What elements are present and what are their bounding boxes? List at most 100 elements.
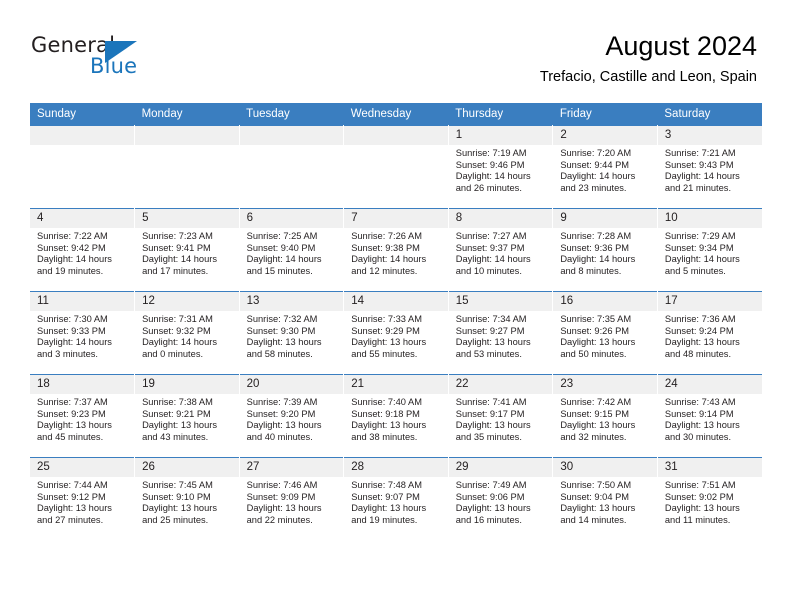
sunset-text: Sunset: 9:24 PM (664, 325, 734, 336)
daylight-text-line1: Daylight: 14 hours (664, 254, 740, 265)
sunset-text: Sunset: 9:32 PM (142, 325, 211, 336)
calendar-day-cell[interactable]: 22 Sunrise: 7:41 AM Sunset: 9:17 PM Dayligh… (447, 374, 554, 458)
daylight-text-line2: and 17 minutes. (142, 265, 209, 276)
calendar-day-cell[interactable]: 14 Sunrise: 7:33 AM Sunset: 9:29 PM Dayligh… (343, 291, 449, 375)
calendar-day-cell[interactable]: 18 Sunrise: 7:37 AM Sunset: 9:23 PM Dayligh… (30, 374, 136, 458)
sunrise-text: Sunrise: 7:40 AM (351, 397, 422, 407)
sunrise-text: Sunrise: 7:37 AM (37, 397, 108, 407)
sunrise-text: Sunrise: 7:21 AM (664, 148, 736, 158)
day-details: Sunrise: 7:23 AM Sunset: 9:41 PM Daylight:… (135, 228, 239, 277)
sunrise-text: Sunrise: 7:44 AM (37, 480, 108, 490)
calendar-body: 1 Sunrise: 7:19 AM Sunset: 9:46 PM Daylight… (30, 125, 762, 540)
day-number: 3 (657, 126, 762, 145)
calendar-day-cell[interactable]: 20 Sunrise: 7:39 AM Sunset: 9:20 PM Dayligh… (238, 374, 345, 458)
sunrise-text: Sunrise: 7:23 AM (142, 231, 213, 241)
calendar-day-cell[interactable]: 4 Sunrise: 7:22 AM Sunset: 9:42 PM Daylight… (30, 208, 136, 292)
daylight-text-line2: and 15 minutes. (246, 265, 313, 276)
sunset-text: Sunset: 9:34 PM (664, 242, 734, 253)
sunset-text: Sunset: 9:06 PM (455, 491, 525, 502)
daylight-text-line1: Daylight: 13 hours (664, 503, 740, 514)
sunrise-text: Sunrise: 7:46 AM (246, 480, 318, 490)
day-details: Sunrise: 7:27 AM Sunset: 9:37 PM Daylight:… (449, 228, 553, 277)
day-number: 24 (657, 375, 762, 394)
sunset-text: Sunset: 9:17 PM (455, 408, 525, 419)
daylight-text-line2: and 8 minutes. (560, 265, 622, 276)
calendar-day-cell[interactable]: 6 Sunrise: 7:25 AM Sunset: 9:40 PM Daylight… (238, 208, 345, 292)
daylight-text-line2: and 35 minutes. (455, 431, 522, 442)
sunset-text: Sunset: 9:33 PM (37, 325, 106, 336)
day-details: Sunrise: 7:32 AM Sunset: 9:30 PM Daylight:… (240, 311, 344, 360)
day-number: 10 (657, 209, 762, 228)
daylight-text-line1: Daylight: 14 hours (142, 254, 217, 265)
weekday-header-tuesday: Tuesday (239, 103, 344, 126)
daylight-text-line2: and 5 minutes. (664, 265, 726, 276)
day-number (135, 126, 239, 145)
sunrise-text: Sunrise: 7:45 AM (142, 480, 213, 490)
calendar-day-cell[interactable]: 19 Sunrise: 7:38 AM Sunset: 9:21 PM Dayligh… (134, 374, 240, 458)
day-number: 11 (30, 292, 135, 311)
day-details: Sunrise: 7:19 AM Sunset: 9:46 PM Daylight:… (449, 145, 553, 194)
calendar-day-cell[interactable]: 25 Sunrise: 7:44 AM Sunset: 9:12 PM Dayligh… (30, 457, 136, 540)
day-details: Sunrise: 7:46 AM Sunset: 9:09 PM Daylight:… (240, 477, 344, 526)
sunrise-text: Sunrise: 7:41 AM (455, 397, 527, 407)
day-details: Sunrise: 7:41 AM Sunset: 9:17 PM Daylight:… (449, 394, 553, 443)
calendar-day-cell[interactable]: 2 Sunrise: 7:20 AM Sunset: 9:44 PM Daylight… (552, 125, 658, 209)
calendar-day-cell[interactable]: 7 Sunrise: 7:26 AM Sunset: 9:38 PM Daylight… (343, 208, 449, 292)
day-details: Sunrise: 7:29 AM Sunset: 9:34 PM Daylight:… (658, 228, 762, 277)
day-number: 29 (448, 458, 553, 477)
daylight-text-line1: Daylight: 13 hours (37, 420, 112, 431)
daylight-text-line1: Daylight: 13 hours (246, 337, 322, 348)
calendar-day-cell[interactable]: 8 Sunrise: 7:27 AM Sunset: 9:37 PM Daylight… (447, 208, 554, 292)
calendar-page: General Blue August 2024 Trefacio, Casti… (0, 0, 792, 612)
general-blue-logo[interactable]: General Blue (31, 33, 211, 81)
calendar-day-cell[interactable]: 5 Sunrise: 7:23 AM Sunset: 9:41 PM Daylight… (134, 208, 240, 292)
calendar-day-cell[interactable]: 3 Sunrise: 7:21 AM Sunset: 9:43 PM Daylight… (656, 125, 762, 209)
calendar-day-cell[interactable]: 1 Sunrise: 7:19 AM Sunset: 9:46 PM Daylight… (447, 125, 554, 209)
calendar-day-cell[interactable]: 28 Sunrise: 7:48 AM Sunset: 9:07 PM Dayligh… (343, 457, 449, 540)
calendar-day-cell[interactable]: 9 Sunrise: 7:28 AM Sunset: 9:36 PM Daylight… (552, 208, 658, 292)
daylight-text-line2: and 10 minutes. (455, 265, 522, 276)
calendar-day-cell[interactable]: 17 Sunrise: 7:36 AM Sunset: 9:24 PM Dayligh… (656, 291, 762, 375)
daylight-text-line1: Daylight: 14 hours (664, 171, 740, 182)
calendar-day-cell[interactable]: 10 Sunrise: 7:29 AM Sunset: 9:34 PM Dayligh… (656, 208, 762, 292)
daylight-text-line1: Daylight: 13 hours (351, 503, 427, 514)
calendar-day-cell-empty (134, 125, 240, 209)
daylight-text-line2: and 14 minutes. (560, 514, 627, 525)
sunrise-text: Sunrise: 7:36 AM (664, 314, 736, 324)
day-number: 15 (448, 292, 553, 311)
calendar-week-row: 25 Sunrise: 7:44 AM Sunset: 9:12 PM Dayligh… (30, 457, 762, 540)
daylight-text-line1: Daylight: 13 hours (142, 503, 217, 514)
page-title: August 2024 (605, 31, 757, 61)
calendar-day-cell[interactable]: 15 Sunrise: 7:34 AM Sunset: 9:27 PM Dayligh… (447, 291, 554, 375)
calendar-day-cell[interactable]: 27 Sunrise: 7:46 AM Sunset: 9:09 PM Dayligh… (238, 457, 345, 540)
day-details: Sunrise: 7:40 AM Sunset: 9:18 PM Daylight:… (344, 394, 448, 443)
daylight-text-line1: Daylight: 13 hours (664, 420, 740, 431)
calendar-day-cell[interactable]: 13 Sunrise: 7:32 AM Sunset: 9:30 PM Dayligh… (238, 291, 345, 375)
day-number: 20 (239, 375, 344, 394)
day-number: 1 (448, 126, 553, 145)
sunset-text: Sunset: 9:12 PM (37, 491, 106, 502)
sunset-text: Sunset: 9:14 PM (664, 408, 734, 419)
daylight-text-line1: Daylight: 14 hours (560, 171, 636, 182)
weekday-header-monday: Monday (134, 103, 240, 126)
sunset-text: Sunset: 9:30 PM (246, 325, 316, 336)
calendar-day-cell[interactable]: 29 Sunrise: 7:49 AM Sunset: 9:06 PM Dayligh… (447, 457, 554, 540)
calendar-day-cell[interactable]: 30 Sunrise: 7:50 AM Sunset: 9:04 PM Dayligh… (552, 457, 658, 540)
calendar-day-cell[interactable]: 12 Sunrise: 7:31 AM Sunset: 9:32 PM Dayligh… (134, 291, 240, 375)
day-number: 26 (135, 458, 239, 477)
calendar-day-cell[interactable]: 31 Sunrise: 7:51 AM Sunset: 9:02 PM Dayligh… (656, 457, 762, 540)
calendar-day-cell[interactable]: 26 Sunrise: 7:45 AM Sunset: 9:10 PM Dayligh… (134, 457, 240, 540)
sunrise-text: Sunrise: 7:49 AM (455, 480, 527, 490)
calendar-day-cell[interactable]: 24 Sunrise: 7:43 AM Sunset: 9:14 PM Dayligh… (656, 374, 762, 458)
day-details: Sunrise: 7:49 AM Sunset: 9:06 PM Daylight:… (449, 477, 553, 526)
calendar-day-cell[interactable]: 11 Sunrise: 7:30 AM Sunset: 9:33 PM Dayligh… (30, 291, 136, 375)
daylight-text-line1: Daylight: 13 hours (351, 420, 427, 431)
sunrise-text: Sunrise: 7:51 AM (664, 480, 736, 490)
day-number: 31 (657, 458, 762, 477)
calendar-day-cell[interactable]: 21 Sunrise: 7:40 AM Sunset: 9:18 PM Dayligh… (343, 374, 449, 458)
day-number (30, 126, 135, 145)
title-block: August 2024 Trefacio, Castille and Leon,… (540, 30, 757, 87)
calendar-day-cell[interactable]: 16 Sunrise: 7:35 AM Sunset: 9:26 PM Dayligh… (552, 291, 658, 375)
calendar-day-cell[interactable]: 23 Sunrise: 7:42 AM Sunset: 9:15 PM Dayligh… (552, 374, 658, 458)
sunset-text: Sunset: 9:37 PM (455, 242, 525, 253)
